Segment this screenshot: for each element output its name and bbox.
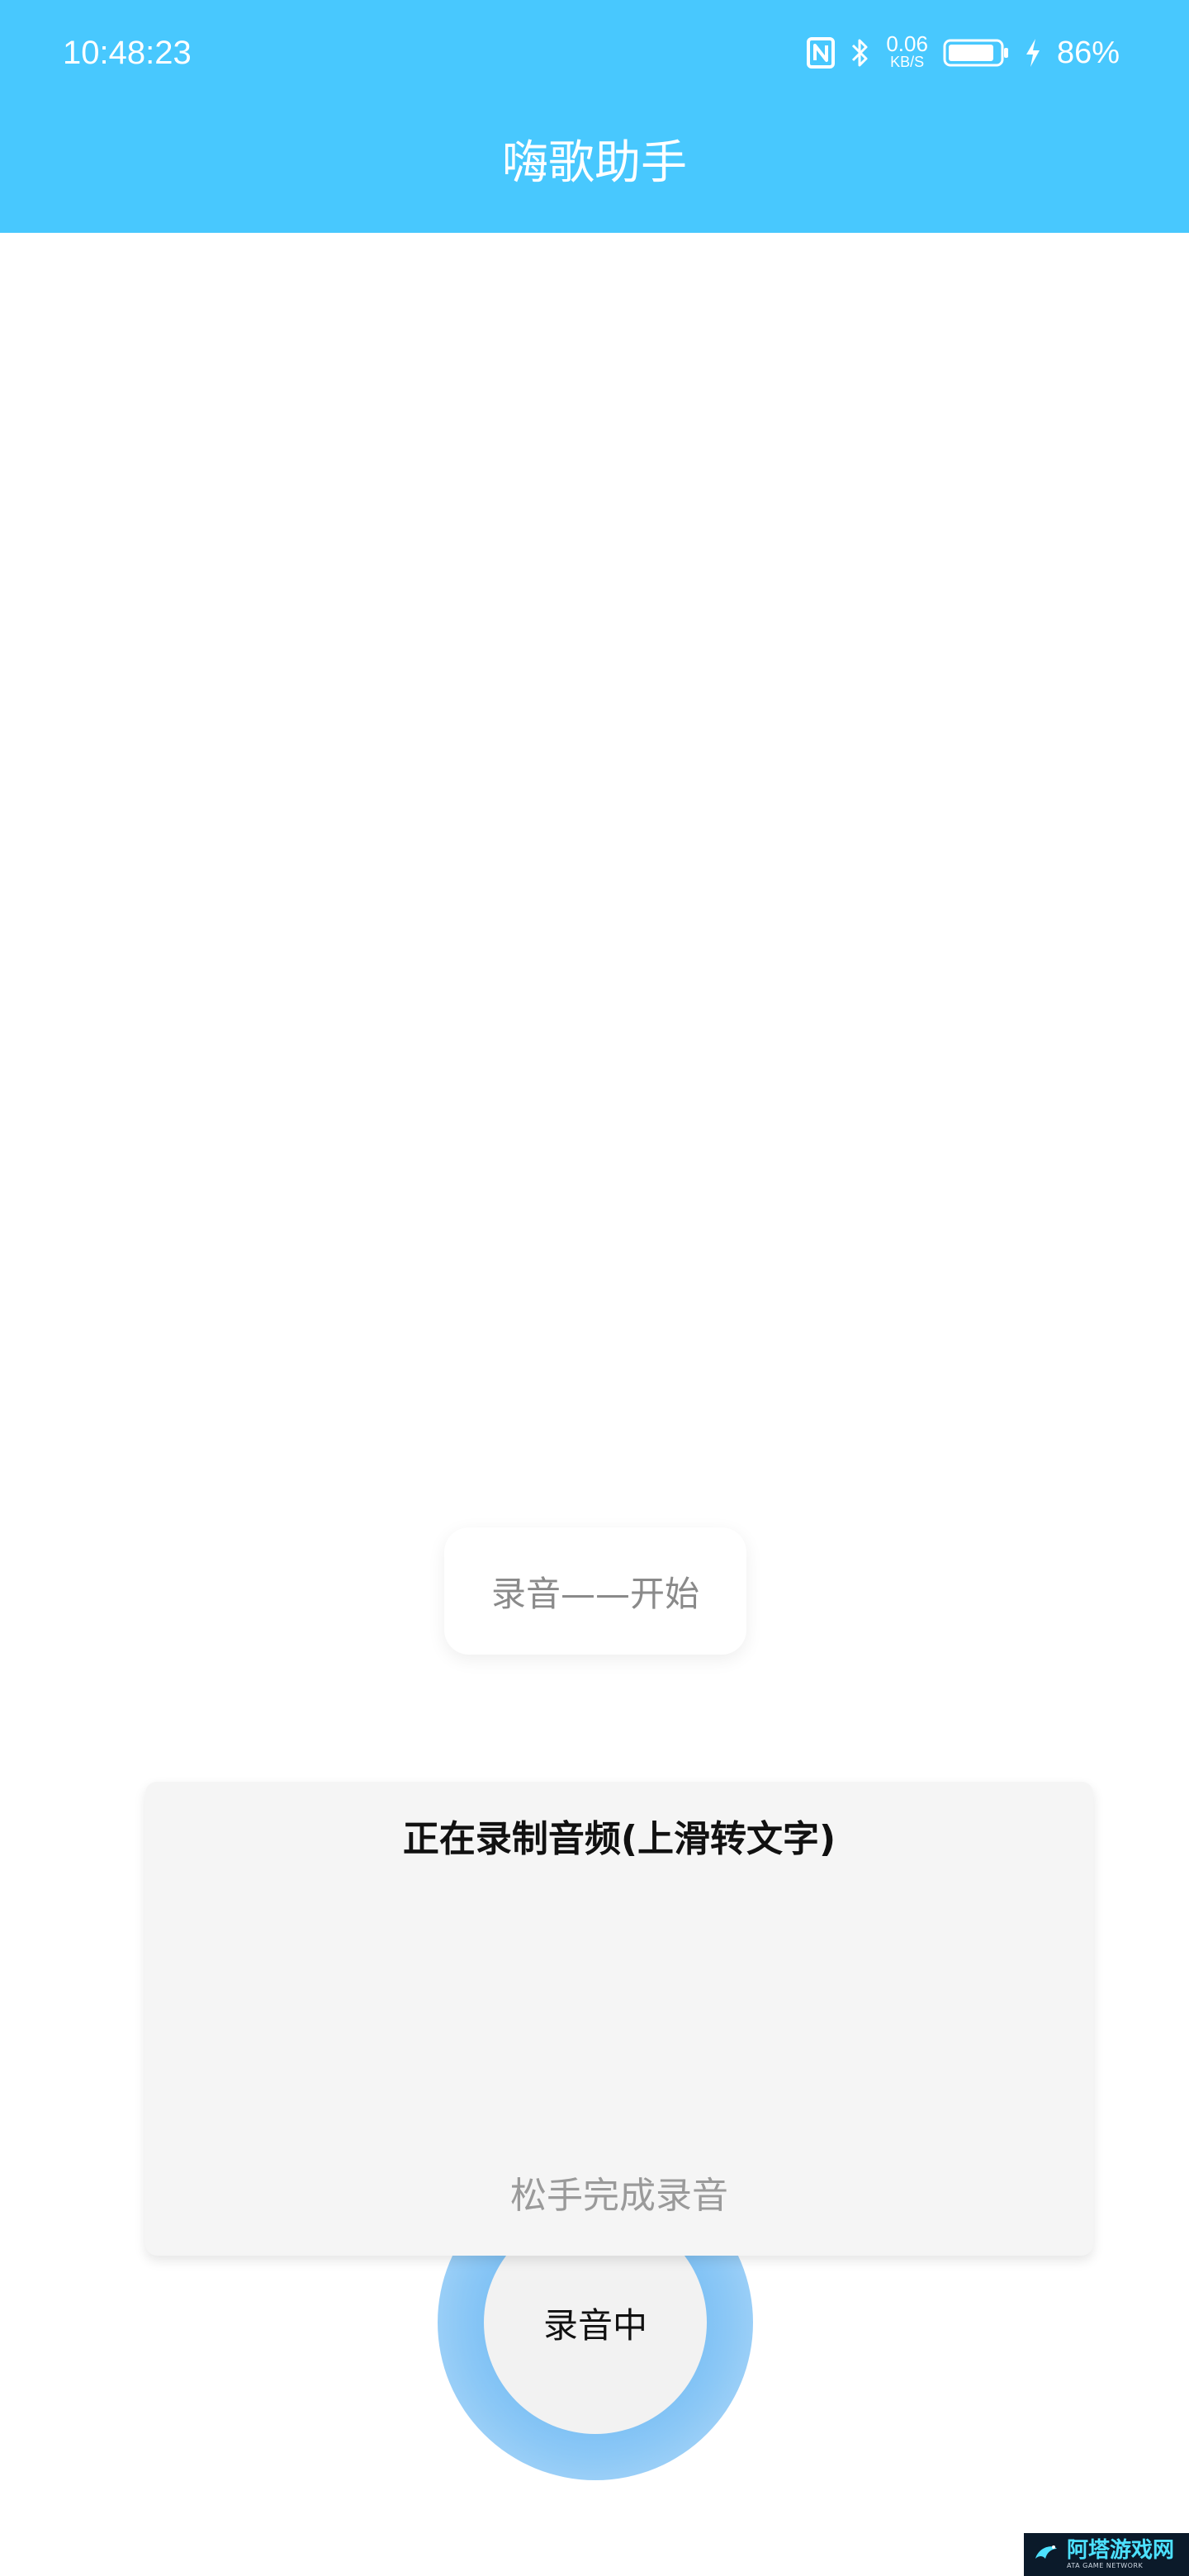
status-time: 10:48:23 [63, 35, 192, 71]
toast-text: 录音——开始 [490, 1573, 699, 1614]
network-speed-unit: KB/S [890, 54, 925, 70]
network-speed: 0.06 KB/S [886, 31, 928, 71]
audio-waveform-icon [516, 1984, 746, 2060]
watermark-subtext: ATA GAME NETWORK [1067, 2562, 1144, 2569]
recording-panel: 正在录制音频(上滑转文字) 松手完成录音 [145, 1782, 1093, 2256]
record-button-label: 录音中 [542, 2304, 647, 2346]
charging-icon [1024, 37, 1042, 69]
page-title: 嗨歌助手 [502, 136, 687, 190]
status-icons: 0.06 KB/S 86% [807, 28, 1120, 78]
release-to-finish-hint: 松手完成录音 [510, 2175, 728, 2217]
status-bar: 10:48:23 0.06 KB/S 86% [0, 0, 1189, 107]
recording-start-toast: 录音——开始 [444, 1527, 746, 1655]
battery-icon [943, 37, 1009, 69]
watermark-text: 阿塔游戏网 [1067, 2538, 1175, 2563]
app-header: 10:48:23 0.06 KB/S 86% 嗨歌助手 [0, 0, 1189, 233]
bluetooth-icon [850, 36, 871, 69]
recording-panel-title: 正在录制音频(上滑转文字) [402, 1818, 836, 1860]
watermark-logo-icon [1035, 2545, 1057, 2559]
network-speed-value: 0.06 [886, 31, 928, 56]
site-watermark: 阿塔游戏网 ATA GAME NETWORK [1024, 2533, 1189, 2576]
nfc-icon [807, 37, 836, 69]
battery-percent: 86% [1056, 35, 1120, 70]
